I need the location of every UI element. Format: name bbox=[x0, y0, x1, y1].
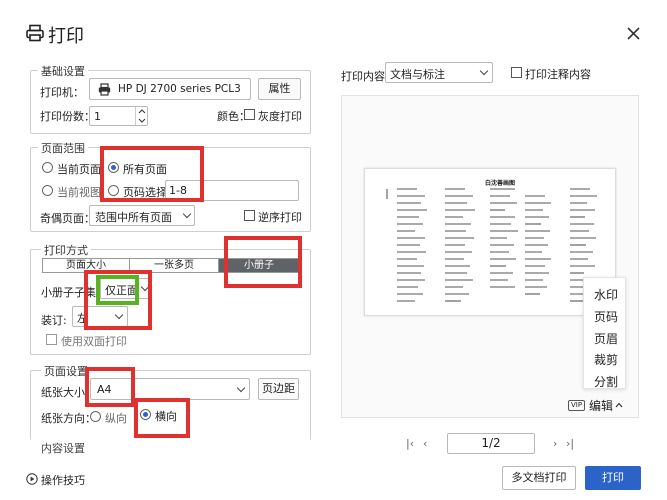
grayscale-checkbox[interactable] bbox=[244, 109, 255, 120]
orientation-label: 纸张方向： bbox=[41, 412, 96, 425]
chevron-up-icon[interactable] bbox=[138, 109, 146, 114]
grayscale-label: 灰度打印 bbox=[258, 110, 302, 123]
portrait-label: 纵向 bbox=[105, 412, 127, 425]
last-page-button[interactable]: ›| bbox=[566, 437, 574, 450]
copies-spinbox[interactable]: 1 bbox=[89, 106, 148, 126]
crop-menu-item[interactable]: 裁剪 bbox=[588, 351, 618, 368]
binding-label: 装订: bbox=[41, 314, 67, 327]
current-page-label: 当前页面 bbox=[57, 163, 101, 176]
chevron-down-icon bbox=[479, 66, 489, 76]
printer-icon bbox=[26, 24, 44, 42]
watermark-menu-item[interactable]: 水印 bbox=[588, 286, 618, 303]
edit-dropdown[interactable]: 编辑 bbox=[589, 397, 613, 414]
play-circle-icon[interactable] bbox=[26, 473, 38, 485]
print-mode-legend: 打印方式 bbox=[41, 242, 91, 258]
print-content-value: 文档与标注 bbox=[390, 68, 445, 81]
page-number-menu-item[interactable]: 页码 bbox=[588, 308, 618, 325]
segment-multi-page-label: 一张多页 bbox=[154, 260, 194, 271]
printer-properties-label: 属性 bbox=[268, 82, 291, 95]
preview-page: 白沈善画图 bbox=[364, 168, 616, 316]
odd-even-label: 奇偶页面： bbox=[40, 212, 95, 225]
annotation-red-box bbox=[85, 367, 135, 407]
basic-settings-legend: 基础设置 bbox=[38, 63, 88, 79]
print-button[interactable]: 打印 bbox=[585, 466, 641, 490]
print-button-label: 打印 bbox=[602, 471, 624, 484]
chevron-down-icon bbox=[236, 383, 246, 393]
multi-doc-print-button[interactable]: 多文档打印 bbox=[502, 466, 576, 490]
multi-doc-print-label: 多文档打印 bbox=[511, 471, 567, 484]
page-range-legend: 页面范围 bbox=[38, 140, 88, 156]
print-annotations-checkbox[interactable] bbox=[511, 67, 522, 78]
page-indicator-field[interactable]: 1/2 bbox=[447, 433, 535, 454]
copies-label: 打印份数： bbox=[40, 110, 95, 123]
chevron-up-icon[interactable] bbox=[615, 402, 623, 408]
reverse-print-checkbox[interactable] bbox=[244, 210, 255, 221]
chevron-down-icon bbox=[182, 209, 192, 219]
preview-text-lines bbox=[386, 188, 597, 302]
current-view-radio[interactable] bbox=[42, 185, 53, 196]
annotation-red-box bbox=[100, 146, 204, 202]
split-menu-item[interactable]: 分割 bbox=[588, 373, 618, 390]
preview-area: 白沈善画图 水印 页码 页眉 裁剪 分割 VIP 编辑 bbox=[341, 95, 639, 418]
page-indicator-value: 1/2 bbox=[481, 436, 501, 450]
duplex-label: 使用双面打印 bbox=[61, 335, 127, 348]
chevron-down-icon[interactable] bbox=[138, 118, 146, 123]
annotation-red-box bbox=[224, 236, 302, 288]
odd-even-select[interactable]: 范围中所有页面 bbox=[89, 205, 195, 226]
reverse-print-label: 逆序打印 bbox=[258, 211, 302, 224]
printer-properties-button[interactable]: 属性 bbox=[258, 78, 301, 100]
printer-label: 打印机： bbox=[40, 86, 84, 99]
header-menu-item[interactable]: 页眉 bbox=[588, 330, 618, 347]
print-annotations-label: 打印注释内容 bbox=[525, 68, 591, 81]
print-content-select[interactable]: 文档与标注 bbox=[385, 62, 493, 83]
tips-link[interactable]: 操作技巧 bbox=[41, 472, 85, 488]
current-page-radio[interactable] bbox=[42, 162, 53, 173]
page-setup-legend: 页面设置 bbox=[41, 363, 91, 379]
next-page-button[interactable]: › bbox=[553, 437, 557, 450]
copies-value: 1 bbox=[94, 110, 101, 123]
printer-select[interactable]: HP DJ 2700 series PCL3 bbox=[89, 78, 251, 100]
window-title: 打印 bbox=[48, 26, 84, 47]
first-page-button[interactable]: |‹ bbox=[406, 437, 414, 450]
prev-page-button[interactable]: ‹ bbox=[423, 437, 427, 450]
vip-badge: VIP bbox=[568, 400, 586, 411]
printer-value: HP DJ 2700 series PCL3 bbox=[118, 83, 241, 95]
close-icon[interactable] bbox=[627, 27, 640, 40]
annotation-red-box bbox=[134, 398, 190, 438]
odd-even-value: 范围中所有页面 bbox=[95, 211, 172, 224]
content-settings-label: 内容设置 bbox=[41, 442, 85, 455]
current-view-label: 当前视图 bbox=[57, 186, 101, 199]
annotation-green-box bbox=[96, 275, 139, 305]
portrait-radio[interactable] bbox=[90, 411, 101, 422]
duplex-checkbox[interactable] bbox=[46, 334, 57, 345]
paper-size-label: 纸张大小 bbox=[41, 386, 85, 399]
margins-button[interactable]: 页边距 bbox=[258, 378, 299, 400]
margins-label: 页边距 bbox=[262, 382, 295, 395]
copies-stepper[interactable] bbox=[135, 107, 147, 125]
printer-small-icon bbox=[98, 83, 111, 96]
